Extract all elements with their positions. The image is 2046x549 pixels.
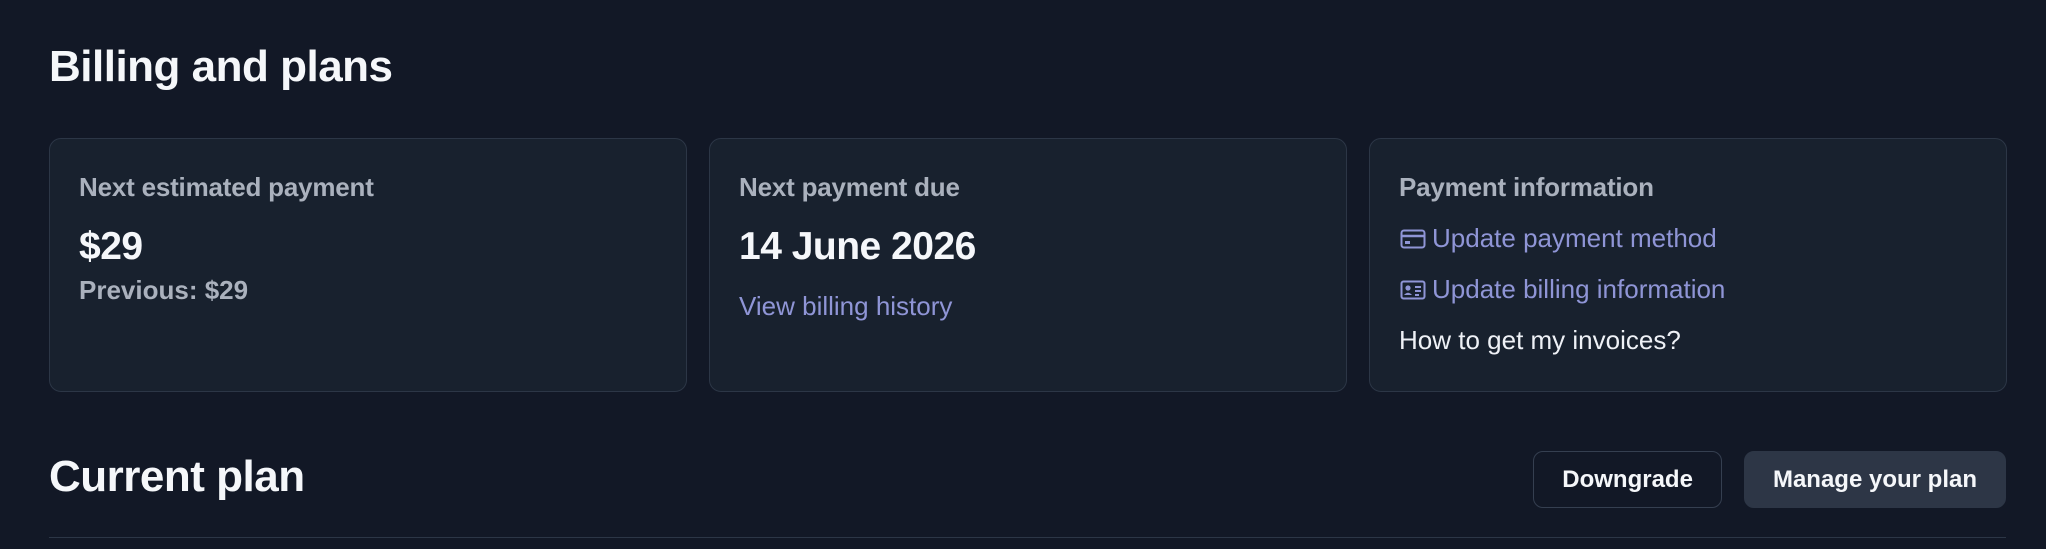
invoices-help-link[interactable]: How to get my invoices?	[1399, 325, 1977, 356]
manage-plan-button[interactable]: Manage your plan	[1743, 451, 2006, 508]
card-label: Next estimated payment	[79, 172, 374, 202]
billing-page: Billing and plans Next estimated payment…	[0, 0, 2046, 549]
previous-amount: Previous: $29	[79, 275, 249, 305]
payment-info-links: Update payment method Update billing inf…	[1399, 223, 1977, 356]
next-estimated-payment-card: Next estimated payment $29 Previous: $29	[49, 138, 687, 392]
plan-actions: Downgrade Manage your plan	[1533, 451, 2006, 508]
estimated-amount: $29	[79, 225, 143, 268]
billing-cards: Next estimated payment $29 Previous: $29…	[49, 138, 2007, 392]
card-label: Next payment due	[739, 172, 960, 202]
section-divider	[49, 537, 2006, 538]
due-date: 14 June 2026	[739, 225, 976, 268]
next-payment-due-card: Next payment due 14 June 2026 View billi…	[709, 138, 1347, 392]
credit-card-icon	[1399, 225, 1427, 253]
update-billing-information-label: Update billing information	[1432, 274, 1726, 304]
view-billing-history-link[interactable]: View billing history	[739, 291, 952, 322]
update-payment-method-link[interactable]: Update payment method	[1399, 223, 1977, 254]
current-plan-title: Current plan	[49, 452, 305, 501]
id-card-icon	[1399, 276, 1427, 304]
update-payment-method-label: Update payment method	[1432, 223, 1717, 253]
card-label: Payment information	[1399, 172, 1654, 202]
page-title: Billing and plans	[49, 42, 393, 91]
payment-information-card: Payment information Update payment metho…	[1369, 138, 2007, 392]
update-billing-information-link[interactable]: Update billing information	[1399, 274, 1977, 305]
downgrade-button[interactable]: Downgrade	[1533, 451, 1722, 508]
